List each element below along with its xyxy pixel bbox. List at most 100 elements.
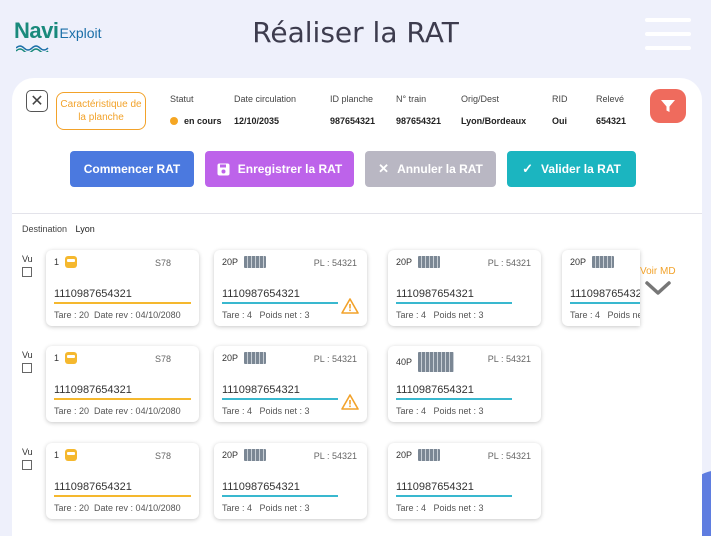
vu-checkbox-row-1[interactable]: Vu bbox=[22, 254, 33, 277]
poids-net-value: Poids net : 3 bbox=[259, 503, 310, 513]
card-header: 20P bbox=[222, 352, 267, 364]
hamburger-menu-icon[interactable] bbox=[645, 18, 691, 50]
info-value: 654321 bbox=[596, 116, 627, 126]
card-footer: Tare : 20 Date rev : 04/10/2080 bbox=[54, 310, 181, 320]
voir-md-button[interactable]: Voir MD bbox=[640, 266, 676, 300]
rat-panel: ✕ Caractéristique de la planche Statut e… bbox=[12, 78, 702, 536]
info-releve: Relevé 654321 bbox=[596, 94, 626, 126]
annuler-rat-label: Annuler la RAT bbox=[397, 162, 483, 176]
vu-checkbox[interactable] bbox=[22, 460, 32, 470]
tare-value: Tare : 4 bbox=[222, 503, 253, 513]
valider-rat-label: Valider la RAT bbox=[541, 162, 621, 176]
wagon-card[interactable]: 20P PL : 54321 1110987654321 Tare : 4 Po… bbox=[214, 443, 367, 519]
tare-value: Tare : 4 bbox=[222, 406, 253, 416]
wagon-card[interactable]: 20P PL : 54321 1110987654321 Tare : 4 Po… bbox=[388, 443, 541, 519]
wagon-pl: PL : 54321 bbox=[313, 451, 357, 461]
loco-number: 1 bbox=[54, 353, 60, 363]
enregistrer-rat-label: Enregistrer la RAT bbox=[237, 162, 343, 176]
info-label: Date circulation bbox=[234, 94, 297, 104]
card-footer: Tare : 4 Poids net : 3 bbox=[396, 503, 484, 513]
poids-net-value: Poids net : 3 bbox=[259, 310, 310, 320]
card-footer: Tare : 4 Poids net : 3 bbox=[222, 310, 310, 320]
wagon-bar bbox=[396, 495, 512, 497]
container-icon bbox=[244, 449, 267, 461]
loco-card[interactable]: 1 S78 1110987654321 Tare : 20 Date rev :… bbox=[46, 443, 199, 519]
info-statut: Statut en cours bbox=[170, 94, 222, 126]
card-footer: Tare : 4 Poids net : 3 bbox=[222, 406, 310, 416]
wagon-card-partial[interactable]: 20P 1110987654321 Tare : 4 Poids net : 3 bbox=[562, 250, 640, 326]
wagon-type: 20P bbox=[396, 257, 413, 267]
info-date-circulation: Date circulation 12/10/2035 bbox=[234, 94, 296, 126]
warning-icon[interactable] bbox=[341, 298, 359, 314]
warning-icon[interactable] bbox=[341, 394, 359, 410]
info-rid: RID Oui bbox=[552, 94, 568, 126]
wagon-id: 1110987654321 bbox=[396, 288, 474, 300]
loco-id: 1110987654321 bbox=[54, 481, 132, 493]
loco-code: S78 bbox=[154, 258, 171, 268]
top-bar: Navi Exploit Réaliser la RAT bbox=[0, 0, 711, 80]
wagon-pl: PL : 54321 bbox=[487, 258, 531, 268]
wagon-bar bbox=[222, 495, 338, 497]
valider-rat-button[interactable]: ✓ Valider la RAT bbox=[507, 151, 636, 187]
loco-bar bbox=[54, 495, 191, 497]
info-value: 12/10/2035 bbox=[234, 116, 280, 126]
poids-net-value: Poids net : 3 bbox=[607, 310, 640, 320]
annuler-rat-button[interactable]: ✕ Annuler la RAT bbox=[365, 151, 496, 187]
chevron-down-icon bbox=[645, 281, 671, 295]
filter-icon bbox=[661, 100, 675, 112]
date-rev-value: Date rev : 04/10/2080 bbox=[94, 310, 181, 320]
container-icon bbox=[244, 256, 267, 268]
poids-net-value: Poids net : 3 bbox=[433, 310, 484, 320]
info-label: ID planche bbox=[330, 94, 374, 104]
enregistrer-rat-button[interactable]: Enregistrer la RAT bbox=[205, 151, 354, 187]
loco-card[interactable]: 1 S78 1110987654321 Tare : 20 Date rev :… bbox=[46, 346, 199, 422]
wagon-bar bbox=[570, 302, 640, 304]
wagon-card[interactable]: 20P PL : 54321 1110987654321 Tare : 4 Po… bbox=[214, 250, 367, 326]
vu-label: Vu bbox=[22, 350, 33, 360]
container-icon bbox=[592, 256, 615, 268]
card-footer: Tare : 4 Poids net : 3 bbox=[396, 406, 484, 416]
info-value: en cours bbox=[170, 116, 222, 126]
tare-value: Tare : 4 bbox=[396, 503, 427, 513]
card-header: 20P bbox=[396, 256, 441, 268]
loco-number: 1 bbox=[54, 450, 60, 460]
voir-md-label: Voir MD bbox=[640, 266, 676, 277]
card-header: 20P bbox=[222, 256, 267, 268]
info-value: 987654321 bbox=[330, 116, 376, 126]
loco-number: 1 bbox=[54, 257, 60, 267]
wagon-card[interactable]: 20P PL : 54321 1110987654321 Tare : 4 Po… bbox=[388, 250, 541, 326]
wagon-id: 1110987654321 bbox=[222, 481, 300, 493]
wagon-id: 1110987654321 bbox=[396, 384, 474, 396]
destination-label: Destination bbox=[22, 224, 68, 234]
poids-net-value: Poids net : 3 bbox=[433, 406, 484, 416]
locomotive-icon bbox=[65, 352, 78, 364]
vu-checkbox-row-2[interactable]: Vu bbox=[22, 350, 33, 373]
commencer-rat-label: Commencer RAT bbox=[83, 162, 181, 176]
wagon-bar bbox=[396, 398, 512, 400]
wagon-id: 1110987654321 bbox=[396, 481, 474, 493]
vu-checkbox[interactable] bbox=[22, 363, 32, 373]
wagon-type: 20P bbox=[570, 257, 587, 267]
commencer-rat-button[interactable]: Commencer RAT bbox=[70, 151, 194, 187]
caracteristique-planche-button[interactable]: Caractéristique de la planche bbox=[56, 92, 146, 130]
vu-checkbox[interactable] bbox=[22, 267, 32, 277]
card-header: 1 bbox=[54, 352, 78, 364]
close-icon[interactable]: ✕ bbox=[26, 90, 48, 112]
vu-checkbox-row-3[interactable]: Vu bbox=[22, 447, 33, 470]
floppy-icon bbox=[217, 163, 230, 175]
wagon-bar bbox=[222, 398, 338, 400]
tare-value: Tare : 4 bbox=[396, 310, 427, 320]
wagon-type: 20P bbox=[222, 353, 239, 363]
filter-button[interactable] bbox=[650, 89, 686, 123]
wagon-type: 20P bbox=[222, 450, 239, 460]
wagon-card[interactable]: 40P PL : 54321 1110987654321 Tare : 4 Po… bbox=[388, 346, 541, 422]
wagon-pl: PL : 54321 bbox=[313, 258, 357, 268]
card-footer: Tare : 20 Date rev : 04/10/2080 bbox=[54, 406, 181, 416]
wagon-card[interactable]: 20P PL : 54321 1110987654321 Tare : 4 Po… bbox=[214, 346, 367, 422]
loco-card[interactable]: 1 S78 1110987654321 Tare : 20 Date rev :… bbox=[46, 250, 199, 326]
wagon-type: 40P bbox=[396, 357, 413, 367]
info-orig-dest: Orig/Dest Lyon/Bordeaux bbox=[461, 94, 526, 126]
date-rev-value: Date rev : 04/10/2080 bbox=[94, 406, 181, 416]
tare-value: Tare : 4 bbox=[396, 406, 427, 416]
card-header: 20P bbox=[222, 449, 267, 461]
